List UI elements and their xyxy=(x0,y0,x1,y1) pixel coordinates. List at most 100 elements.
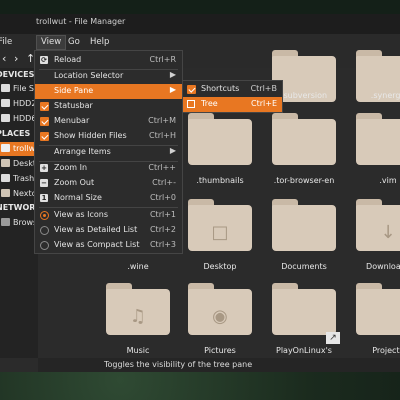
reload-icon: ⟳ xyxy=(40,56,48,64)
menu-item-normal-size[interactable]: 1 Normal Size Ctrl+0 xyxy=(35,191,182,206)
menu-item-shortcut: Ctrl+- xyxy=(152,178,176,187)
folder-label: Documents xyxy=(281,262,327,271)
menu-item-shortcut: Ctrl+3 xyxy=(149,240,176,249)
folder-icon xyxy=(1,189,10,197)
home-icon xyxy=(1,144,10,152)
menu-item-arrange-items[interactable]: Arrange Items ▶ xyxy=(35,145,182,160)
menu-item-shortcut: Ctrl+E xyxy=(251,99,277,108)
side-pane-submenu: Shortcuts Ctrl+B Tree Ctrl+E xyxy=(182,80,283,113)
sidebar-item-browse-network[interactable]: Browse Network xyxy=(0,216,38,230)
drive-icon xyxy=(1,114,10,122)
menu-item-show-hidden-files[interactable]: Show Hidden Files Ctrl+H xyxy=(35,129,182,144)
trash-icon xyxy=(1,174,10,182)
sidebar-item-trash[interactable]: Trash xyxy=(0,172,38,186)
network-header: NETWORK xyxy=(0,203,38,212)
menu-item-label: Arrange Items xyxy=(54,147,111,156)
download-icon: ↓ xyxy=(380,222,396,243)
menu-item-label: Zoom Out xyxy=(54,178,95,187)
menu-go[interactable]: Go xyxy=(64,36,84,49)
folder-item[interactable] xyxy=(272,283,336,335)
menu-item-shortcut: Ctrl++ xyxy=(148,163,176,172)
sidebar-item-hdd2[interactable]: HDD2 xyxy=(0,97,38,111)
folder-item[interactable]: □ xyxy=(188,199,252,251)
sidebar-item-label: HDD2 xyxy=(13,99,37,108)
menu-item-reload[interactable]: ⟳ Reload Ctrl+R xyxy=(35,53,182,68)
checkbox-icon xyxy=(40,132,49,141)
radio-icon xyxy=(40,226,49,235)
menu-file[interactable]: File xyxy=(0,36,16,49)
menu-item-zoom-in[interactable]: + Zoom In Ctrl++ xyxy=(35,161,182,176)
menu-item-view-as-icons[interactable]: View as Icons Ctrl+1 xyxy=(35,208,182,223)
sidebar-item-label: HDD6 xyxy=(13,114,37,123)
folder-label: Pictures xyxy=(204,346,236,355)
zoom-in-icon: + xyxy=(40,164,48,172)
folder-item[interactable] xyxy=(272,113,336,165)
menu-help[interactable]: Help xyxy=(86,36,113,49)
sidebar-item-nextcloud[interactable]: Nextcloud xyxy=(0,187,38,201)
menu-item-label: Zoom In xyxy=(54,163,88,172)
folder-label: .vim xyxy=(379,176,397,185)
menu-view[interactable]: View xyxy=(36,35,67,50)
folder-label: Music xyxy=(126,346,150,355)
checkbox-icon xyxy=(187,100,195,108)
folder-item[interactable]: ↓ xyxy=(356,199,400,251)
title-bar[interactable]: trollwut - File Manager xyxy=(0,14,400,34)
folder-item[interactable] xyxy=(356,113,400,165)
sidebar-item-filesystem[interactable]: File System xyxy=(0,82,38,96)
menu-item-label: Tree xyxy=(201,99,218,108)
menu-item-label: Side Pane xyxy=(54,86,94,95)
back-icon[interactable]: ‹ xyxy=(2,52,6,65)
devices-header: DEVICES xyxy=(0,70,35,79)
drive-icon xyxy=(1,99,10,107)
view-menu: ⟳ Reload Ctrl+R Location Selector ▶ Side… xyxy=(34,50,183,254)
music-icon: ♫ xyxy=(129,306,147,327)
drive-icon xyxy=(1,84,10,92)
sidebar-item-label: Trash xyxy=(13,174,35,183)
menu-bar: File View Go Help xyxy=(0,34,400,50)
menu-item-label: Shortcuts xyxy=(201,84,240,93)
menu-item-shortcut: Ctrl+1 xyxy=(149,210,176,219)
menu-item-statusbar[interactable]: Statusbar xyxy=(35,99,182,114)
radio-icon xyxy=(40,211,49,220)
menu-item-label: Show Hidden Files xyxy=(54,131,127,140)
forward-icon[interactable]: › xyxy=(14,52,18,65)
menu-item-label: Location Selector xyxy=(54,71,124,80)
menu-item-label: View as Compact List xyxy=(54,240,140,249)
menu-item-shortcuts[interactable]: Shortcuts Ctrl+B xyxy=(183,82,282,97)
menu-item-zoom-out[interactable]: − Zoom Out Ctrl+- xyxy=(35,176,182,191)
status-bar: Toggles the visibility of the tree pane xyxy=(38,358,400,372)
submenu-arrow-icon: ▶ xyxy=(169,85,176,94)
document-icon: □ xyxy=(211,222,229,243)
menu-item-side-pane[interactable]: Side Pane ▶ xyxy=(35,84,182,99)
menu-item-location-selector[interactable]: Location Selector ▶ xyxy=(35,69,182,84)
submenu-arrow-icon: ▶ xyxy=(169,146,176,155)
folder-item[interactable]: ◉ xyxy=(188,283,252,335)
folder-item[interactable] xyxy=(356,283,400,335)
sidebar-item-trollwut[interactable]: trollwut xyxy=(0,142,38,156)
menu-item-label: View as Icons xyxy=(54,210,109,219)
menu-item-view-as-compact-list[interactable]: View as Compact List Ctrl+3 xyxy=(35,238,182,253)
folder-item[interactable]: ♫ xyxy=(106,283,170,335)
radio-icon xyxy=(40,241,49,250)
menu-item-label: View as Detailed List xyxy=(54,225,138,234)
folder-label: Projects xyxy=(372,346,400,355)
folder-label: PlayOnLinux's xyxy=(276,346,332,355)
folder-label: Downloads xyxy=(366,262,400,271)
menu-item-shortcut: Ctrl+0 xyxy=(149,193,176,202)
folder-label: Desktop xyxy=(203,262,237,271)
network-icon xyxy=(1,218,10,226)
folder-item[interactable] xyxy=(272,199,336,251)
menu-item-tree[interactable]: Tree Ctrl+E xyxy=(183,97,282,112)
submenu-arrow-icon: ▶ xyxy=(169,70,176,79)
side-pane: DEVICES File System HDD2 HDD6 PLACES tro… xyxy=(0,68,38,358)
sidebar-item-hdd6[interactable]: HDD6 xyxy=(0,112,38,126)
folder-label: .tor-browser-en xyxy=(273,176,335,185)
sidebar-item-desktop[interactable]: Desktop xyxy=(0,157,38,171)
menu-item-menubar[interactable]: Menubar Ctrl+M xyxy=(35,114,182,129)
menu-item-label: Statusbar xyxy=(54,101,93,110)
menu-item-shortcut: Ctrl+B xyxy=(250,84,277,93)
folder-label: .wine xyxy=(127,262,149,271)
menu-item-view-as-detailed-list[interactable]: View as Detailed List Ctrl+2 xyxy=(35,223,182,238)
folder-item[interactable] xyxy=(188,113,252,165)
menu-item-label: Reload xyxy=(54,55,82,64)
